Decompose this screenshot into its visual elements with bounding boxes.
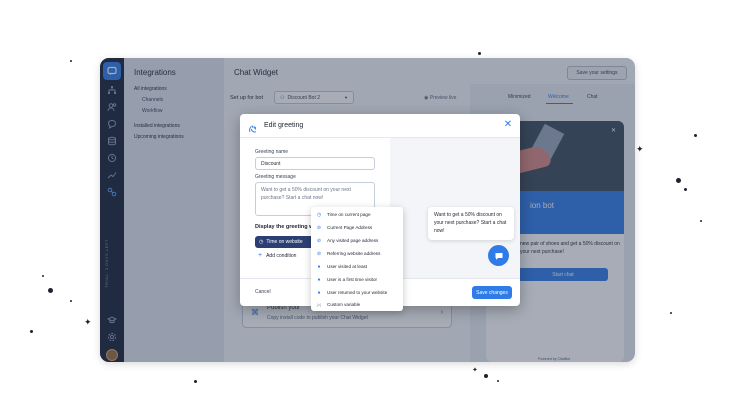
clock-icon: ◷ [316, 211, 322, 218]
dropdown-item-label: Custom variable [327, 302, 361, 307]
dropdown-item-label: User visited at least [327, 264, 368, 269]
greeting-bubble: Want to get a 50% discount on your next … [428, 207, 514, 240]
chat-launcher-button[interactable] [488, 245, 509, 266]
greeting-icon [248, 121, 258, 133]
condition-chip-label: Time on website [266, 239, 303, 245]
dropdown-item-label: Current Page Address [327, 225, 373, 230]
bg-dot [478, 52, 481, 55]
dropdown-item[interactable]: ● User returned to your website [316, 287, 400, 298]
dropdown-item[interactable]: ⊘ Current Page Address [316, 222, 400, 233]
dropdown-item[interactable]: ◷ Time on current page [316, 209, 400, 220]
bg-dot [30, 330, 33, 333]
dropdown-item[interactable]: ● User is a first time visitor [316, 274, 400, 285]
modal-title: Edit greeting [264, 122, 304, 129]
dropdown-item-label: User returned to your website [327, 290, 388, 295]
greeting-name-label: Greeting name [255, 149, 289, 155]
greeting-message-label: Greeting message [255, 174, 296, 180]
dropdown-item[interactable]: {x} Custom variable [316, 299, 400, 310]
greeting-name-input[interactable]: Discount [255, 157, 375, 170]
variable-icon: {x} [316, 302, 322, 307]
dropdown-item-label: Time on current page [327, 212, 371, 217]
clock-icon: ◷ [259, 239, 264, 245]
user-icon: ● [317, 276, 321, 283]
link-icon: ⊘ [316, 250, 322, 257]
sparkle-icon: ✦ [472, 367, 478, 374]
condition-chip[interactable]: ◷ Time on website [255, 236, 315, 248]
dropdown-item[interactable]: ⊘ Referring website address [316, 248, 400, 259]
dropdown-item-label: Any visited page address [327, 238, 379, 243]
dropdown-item-label: Referring website address [327, 251, 381, 256]
add-condition-label: Add condition [266, 252, 297, 259]
user-icon: ● [317, 289, 321, 296]
bg-dot [48, 288, 53, 293]
bg-dot [70, 300, 72, 302]
cancel-button[interactable]: Cancel [255, 289, 271, 295]
modal-header: Edit greeting ✕ [240, 114, 520, 138]
plus-icon: + [258, 252, 263, 259]
display-greeting-label: Display the greeting wi [255, 224, 315, 230]
scene: ✦ ✦ ✦ TRIAL: 3 DAYS LEFT Integrations Al… [0, 0, 736, 409]
link-icon: ⊘ [316, 224, 322, 231]
condition-dropdown: ◷ Time on current page ⊘ Current Page Ad… [311, 207, 403, 311]
bg-dot [694, 134, 697, 137]
bg-dot [42, 275, 44, 277]
link-icon: ⊘ [316, 237, 322, 244]
chat-bubble-icon [495, 252, 502, 260]
sparkle-icon: ✦ [636, 144, 644, 154]
user-icon: ● [317, 263, 321, 270]
dropdown-item[interactable]: ⊘ Any visited page address [316, 235, 400, 246]
bg-dot [194, 380, 197, 383]
dropdown-item[interactable]: ● User visited at least [316, 261, 400, 272]
save-changes-button[interactable]: Save changes [472, 286, 512, 299]
sparkle-icon: ✦ [84, 317, 92, 327]
add-condition-button[interactable]: + Add condition [258, 252, 296, 259]
bg-dot [676, 178, 681, 183]
dropdown-item-label: User is a first time visitor [327, 277, 378, 282]
bg-dot [700, 220, 702, 222]
close-icon[interactable]: ✕ [502, 119, 514, 131]
bg-dot [497, 380, 499, 382]
bg-dot [484, 374, 488, 378]
bg-dot [70, 60, 72, 62]
bg-dot [684, 188, 687, 191]
bg-dot [670, 312, 672, 314]
